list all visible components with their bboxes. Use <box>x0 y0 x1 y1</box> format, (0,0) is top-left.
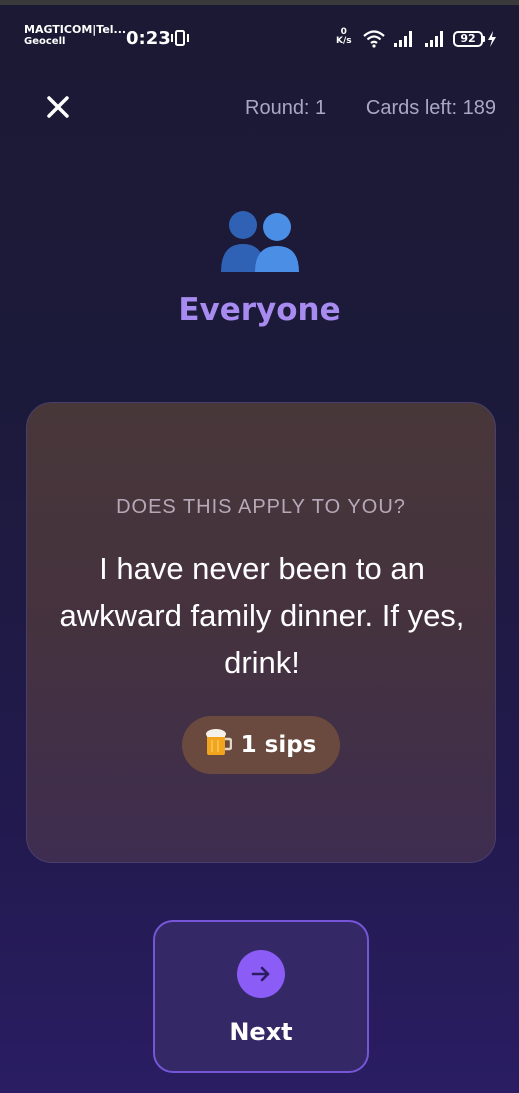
cards-left-label: Cards left: 189 <box>365 97 496 119</box>
clock: 0:23 <box>126 28 171 49</box>
player-name: Everyone <box>178 292 341 328</box>
net-speed: 0 K/s <box>336 28 352 46</box>
carrier-label: MAGTICOM|Tel... Geocell <box>24 24 126 48</box>
two-people-icon <box>219 206 303 278</box>
signal-icon <box>394 30 416 51</box>
battery-indicator: 92 <box>453 31 483 47</box>
beer-mug-icon <box>205 729 232 761</box>
sips-badge: 1 sips <box>182 716 340 774</box>
question-card: DOES THIS APPLY TO YOU? I have never bee… <box>26 402 496 863</box>
round-label: Round: 1 <box>245 97 327 119</box>
card-statement: I have never been to an awkward family d… <box>59 551 465 680</box>
next-label: Next <box>229 1018 293 1046</box>
close-button[interactable] <box>40 91 76 127</box>
carrier-line1: MAGTICOM|Tel... <box>24 23 127 36</box>
close-icon <box>46 95 70 123</box>
net-speed-unit: K/s <box>336 36 352 46</box>
arrow-right-icon <box>237 950 285 998</box>
battery-tip <box>483 36 485 42</box>
charging-bolt-icon <box>487 31 497 51</box>
card-question: DOES THIS APPLY TO YOU? <box>116 496 406 518</box>
sips-count: 1 sips <box>240 732 317 758</box>
wifi-icon <box>363 30 385 52</box>
signal-icon <box>425 30 447 51</box>
next-button[interactable]: Next <box>153 920 369 1073</box>
status-bar: MAGTICOM|Tel... Geocell 0:23 0 K/s 92 <box>0 0 519 62</box>
vibrate-icon <box>170 30 190 50</box>
carrier-line2: Geocell <box>24 36 66 47</box>
